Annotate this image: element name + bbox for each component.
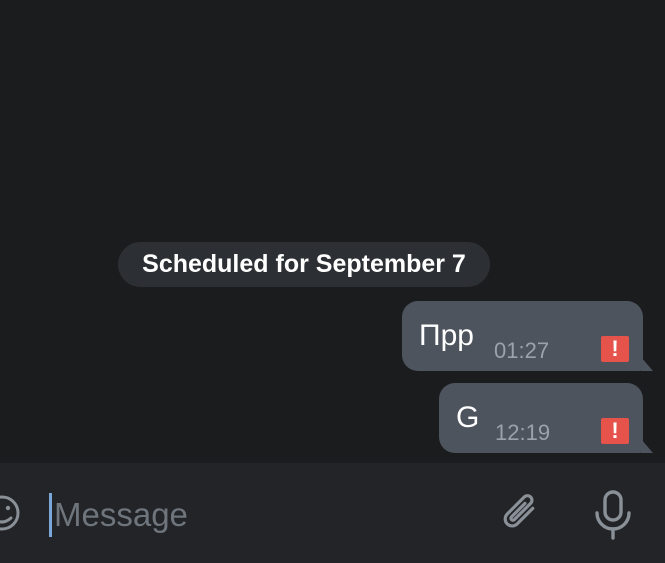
message-text: Прр xyxy=(419,319,474,352)
message-bubble[interactable]: Прр 01:27 ! xyxy=(402,301,653,371)
attach-button[interactable] xyxy=(495,489,545,539)
message-bubble[interactable]: G 12:19 ! xyxy=(439,383,653,453)
text-cursor xyxy=(49,493,52,537)
message-time: 01:27 xyxy=(494,338,550,363)
emoji-button[interactable] xyxy=(0,493,22,533)
chat-area[interactable]: Scheduled for September 7 Прр 01:27 ! G … xyxy=(0,0,665,463)
voice-record-button[interactable] xyxy=(590,489,636,541)
message-composer xyxy=(0,463,665,563)
message-text: G xyxy=(456,401,480,434)
microphone-icon xyxy=(595,490,631,540)
error-icon[interactable]: ! xyxy=(601,418,629,444)
scheduled-date-label: Scheduled for September 7 xyxy=(118,242,490,287)
error-icon[interactable]: ! xyxy=(601,336,629,362)
emoji-icon xyxy=(0,495,20,531)
paperclip-icon xyxy=(503,494,535,528)
message-time: 12:19 xyxy=(495,420,551,445)
message-input[interactable] xyxy=(54,487,454,543)
